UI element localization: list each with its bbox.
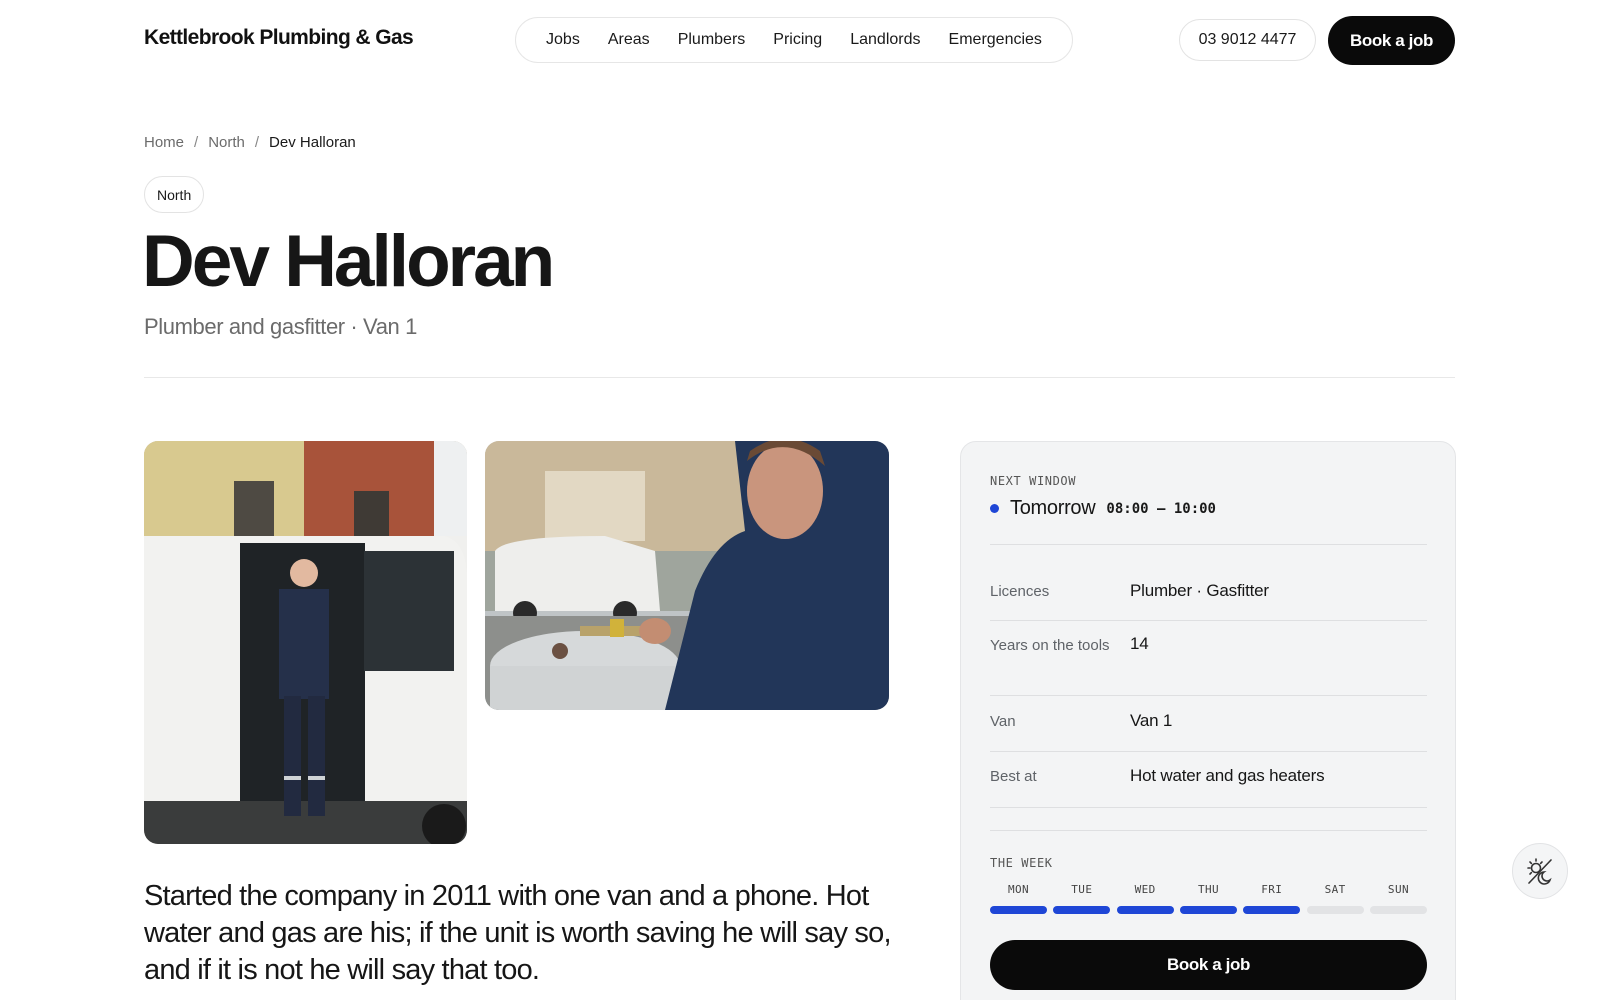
page-subtitle: Plumber and gasfitter · Van 1	[144, 314, 417, 339]
spec-row-years: Years on the tools 14	[990, 620, 1427, 695]
spec-label: Licences	[990, 583, 1050, 600]
day-sat: SAT	[1306, 883, 1364, 914]
booking-card: NEXT WINDOW Tomorrow 08:00 – 10:00 Licen…	[960, 441, 1456, 1000]
day-fri: FRI	[1243, 883, 1301, 914]
day-availability-bar	[1243, 906, 1301, 914]
week-label: THE WEEK	[990, 856, 1053, 870]
nav-jobs[interactable]: Jobs	[540, 27, 586, 53]
nav-areas[interactable]: Areas	[602, 27, 656, 53]
day-availability-bar	[1116, 906, 1174, 914]
book-job-header-button[interactable]: Book a job	[1328, 16, 1455, 65]
photo-plumber-by-van	[144, 441, 467, 844]
spec-value: Van 1	[1130, 711, 1173, 730]
spec-label: Years on the tools	[990, 637, 1110, 654]
spec-row-licences: Licences Plumber · Gasfitter	[990, 544, 1427, 620]
day-name: MON	[1007, 883, 1030, 896]
day-wed: WED	[1116, 883, 1174, 914]
nav-pricing[interactable]: Pricing	[767, 27, 828, 53]
page-title: Dev Halloran	[142, 221, 555, 302]
day-name: TUE	[1071, 883, 1093, 896]
section-divider	[144, 377, 1455, 378]
day-availability-bar	[990, 906, 1047, 914]
day-availability-bar	[1369, 906, 1427, 914]
card-divider	[990, 807, 1427, 808]
day-availability-bar	[1306, 906, 1364, 914]
day-name: THU	[1197, 883, 1220, 896]
spec-row-best-at: Best at Hot water and gas heaters	[990, 751, 1427, 807]
day-name: SAT	[1324, 883, 1346, 896]
spec-label: Best at	[990, 768, 1037, 785]
day-name: WED	[1134, 883, 1156, 896]
next-window-label: NEXT WINDOW	[990, 474, 1077, 488]
day-sun: SUN	[1369, 883, 1427, 914]
nav-plumbers[interactable]: Plumbers	[672, 27, 752, 53]
spec-label: Van	[990, 713, 1016, 730]
book-job-card-button[interactable]: Book a job	[990, 940, 1427, 990]
day-availability-bar	[1179, 906, 1237, 914]
day-thu: THU	[1179, 883, 1237, 914]
phone-button[interactable]: 03 9012 4477	[1179, 19, 1316, 61]
spec-value: Hot water and gas heaters	[1130, 766, 1325, 785]
brand-logo[interactable]: Kettlebrook Plumbing & Gas	[144, 26, 414, 50]
theme-toggle-button[interactable]	[1512, 843, 1568, 899]
main-nav: Jobs Areas Plumbers Pricing Landlords Em…	[515, 17, 1073, 63]
bio-text: Started the company in 2011 with one van…	[144, 880, 892, 986]
nav-emergencies[interactable]: Emergencies	[943, 27, 1048, 53]
day-mon: MON	[990, 883, 1047, 914]
breadcrumb-separator: /	[254, 134, 260, 151]
photo-plumber-fitting-gas-valve	[485, 441, 889, 710]
day-name: FRI	[1261, 883, 1283, 896]
spec-row-van: Van Van 1	[990, 695, 1427, 751]
card-divider	[990, 830, 1427, 831]
status-dot-icon	[990, 504, 999, 513]
theme-toggle-icon	[1527, 858, 1552, 885]
spec-value: 14	[1130, 634, 1149, 653]
day-tue: TUE	[1053, 883, 1111, 914]
next-window-time: 08:00 – 10:00	[1106, 500, 1216, 517]
breadcrumb-home[interactable]: Home	[144, 134, 184, 151]
spec-value: Plumber · Gasfitter	[1130, 581, 1269, 600]
next-window-day: Tomorrow	[1010, 497, 1096, 519]
nav-landlords[interactable]: Landlords	[844, 27, 926, 53]
breadcrumb-current: Dev Halloran	[269, 134, 356, 151]
week-availability: MON TUE WED THU FRI SAT SUN	[990, 883, 1427, 914]
next-window: Tomorrow 08:00 – 10:00	[990, 497, 1216, 520]
day-availability-bar	[1053, 906, 1111, 914]
breadcrumb: Home / North / Dev Halloran	[144, 134, 356, 151]
region-badge: North	[144, 176, 205, 213]
day-name: SUN	[1387, 883, 1409, 896]
breadcrumb-north[interactable]: North	[208, 134, 245, 151]
breadcrumb-separator: /	[194, 134, 199, 151]
